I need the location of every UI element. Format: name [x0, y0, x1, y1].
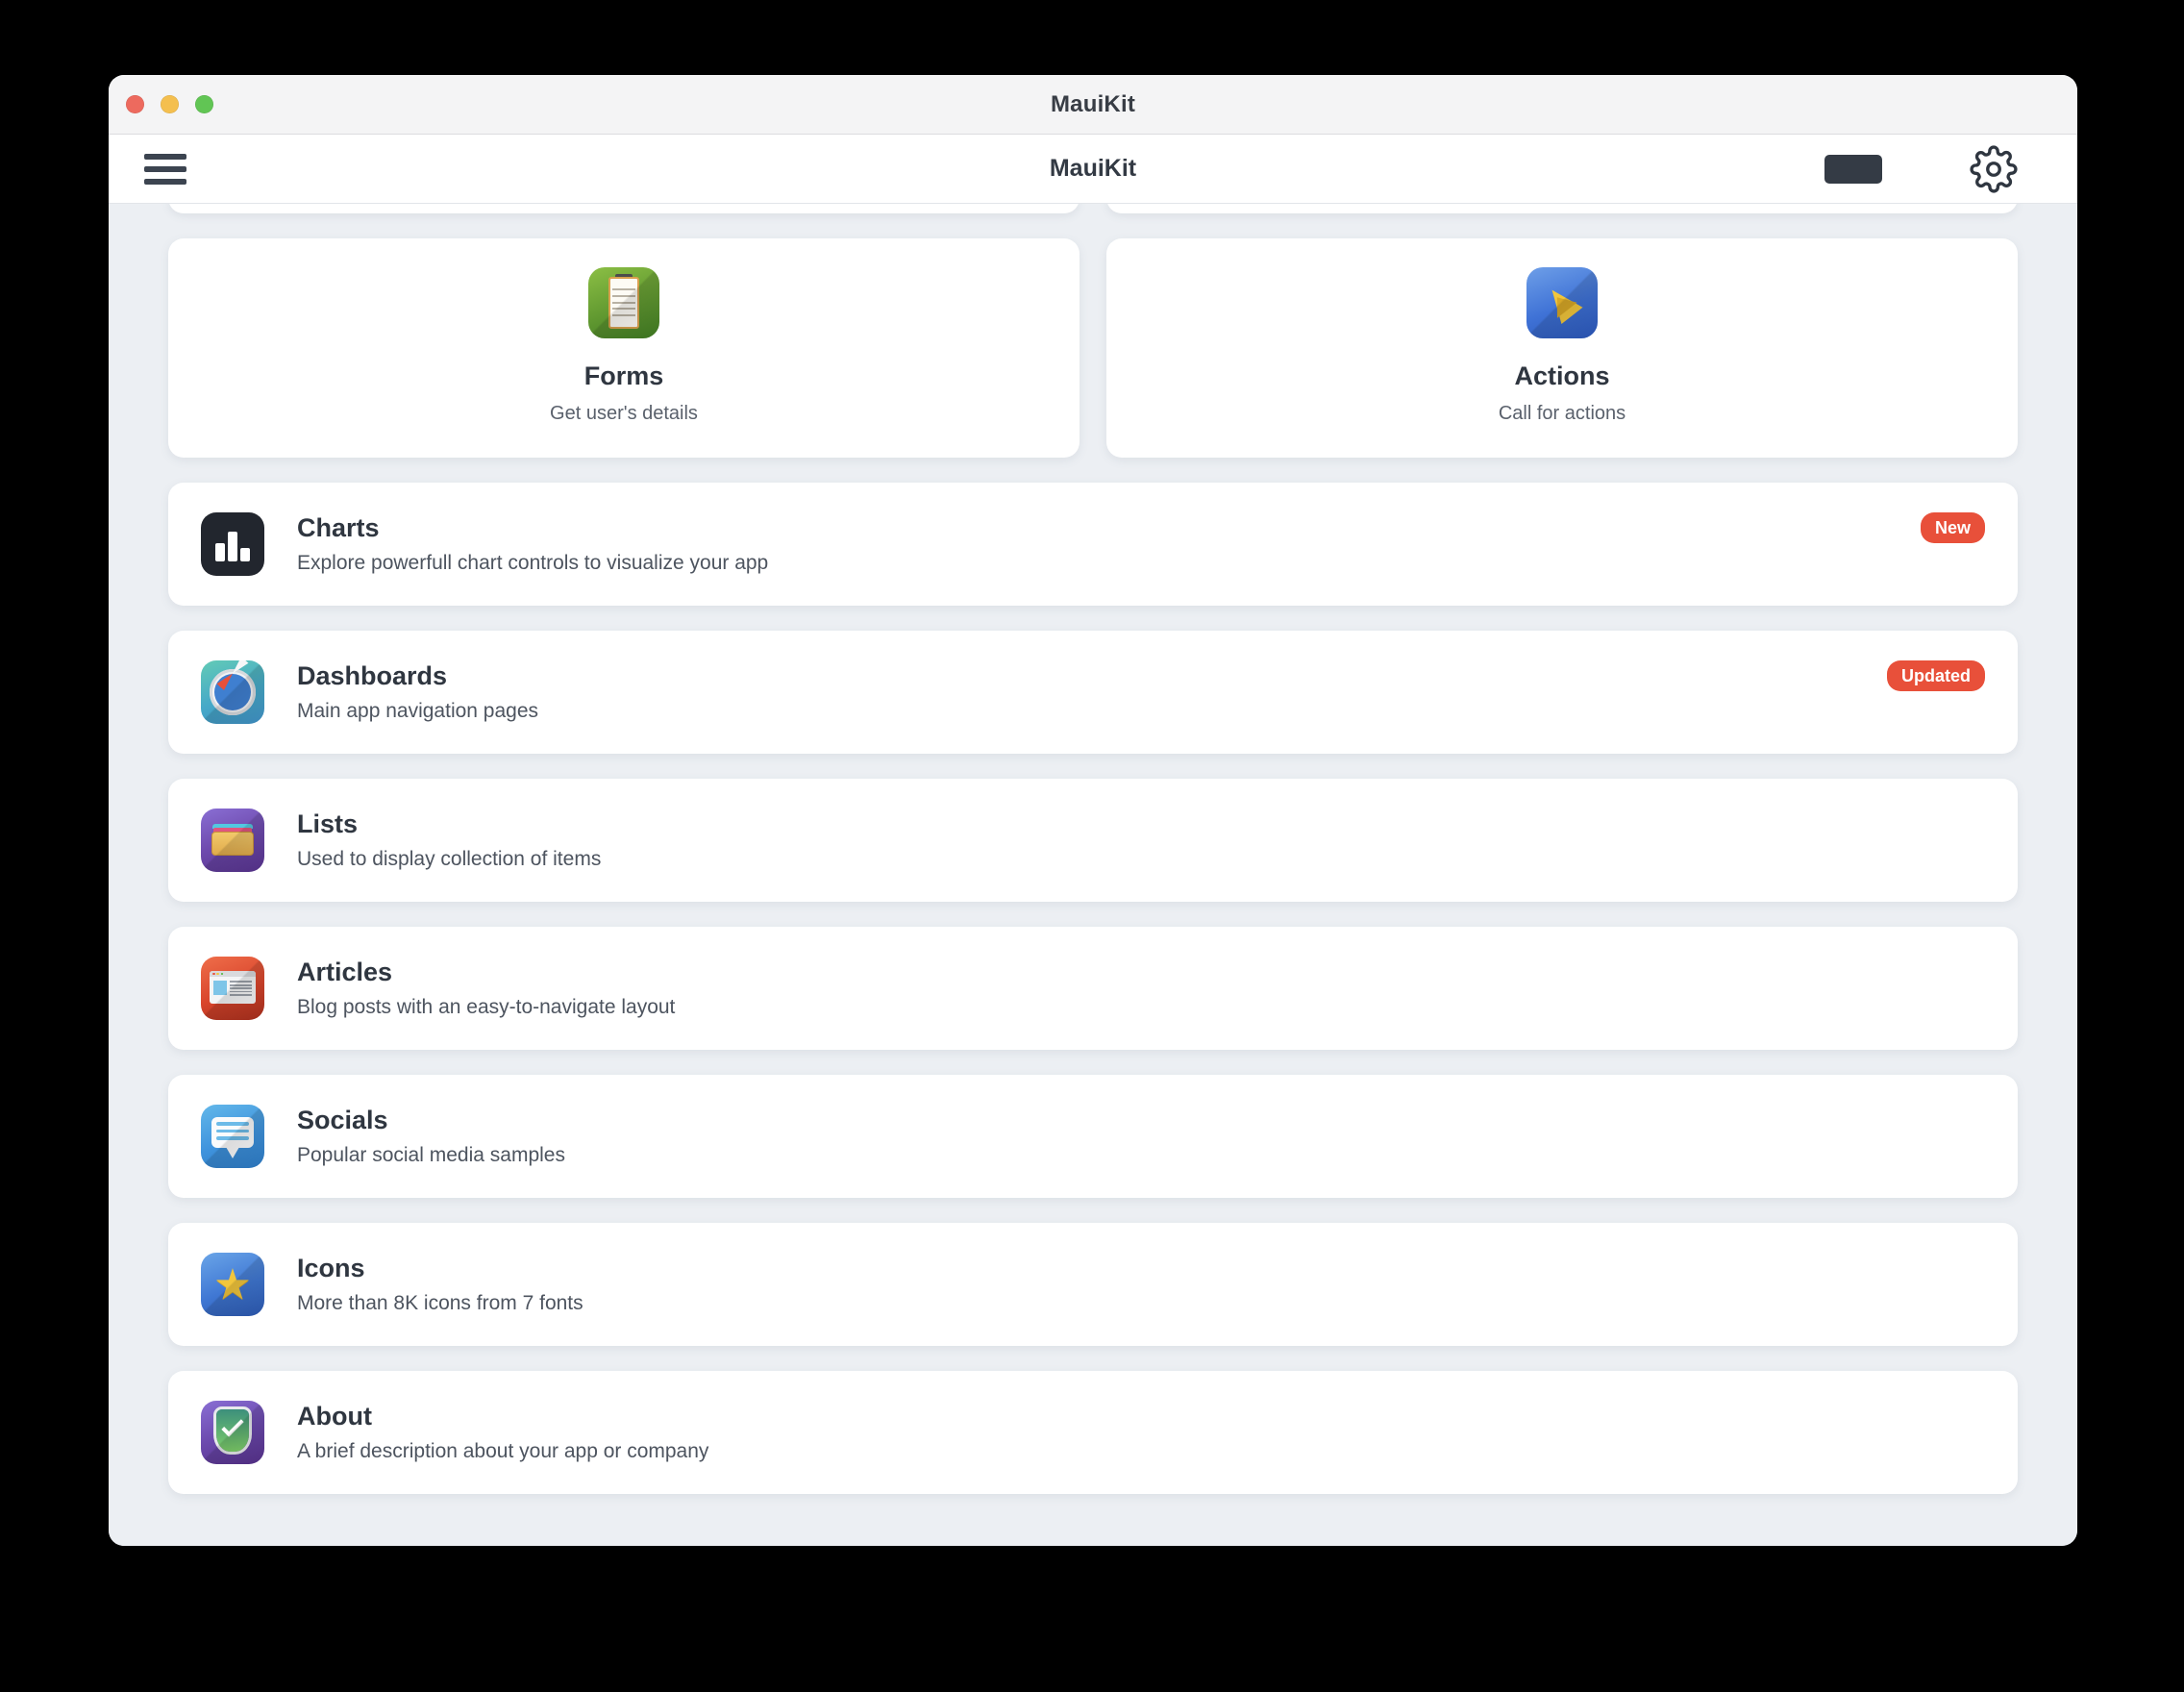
list-item[interactable]: Dashboards Main app navigation pages Upd…: [168, 631, 2018, 754]
clipped-cards-row: [168, 204, 2018, 213]
list-item-subtitle: Main app navigation pages: [297, 700, 539, 722]
hamburger-bar: [144, 153, 186, 160]
list-item-text: Dashboards Main app navigation pages: [297, 661, 538, 723]
app-toolbar: MauiKit: [109, 135, 2077, 204]
list-item[interactable]: Socials Popular social media samples: [168, 1075, 2018, 1198]
list-item-subtitle: Explore powerfull chart controls to visu…: [297, 552, 769, 574]
list-item-title: Articles: [297, 958, 393, 986]
traffic-light-buttons: [126, 95, 213, 113]
card-pocket: [211, 832, 255, 857]
list-item[interactable]: Articles Blog posts with an easy-to-navi…: [168, 927, 2018, 1050]
browser-text-line: [229, 990, 253, 993]
hamburger-bar: [144, 165, 186, 172]
list-item-text: Articles Blog posts with an easy-to-navi…: [297, 958, 675, 1019]
list-item-title: Dashboards: [297, 661, 448, 690]
app-window: MauiKit MauiKit Forms Get user's details…: [109, 75, 2077, 1546]
app-title: MauiKit: [1049, 155, 1137, 182]
list-item-text: About A brief description about your app…: [297, 1402, 708, 1463]
list-item-title: Socials: [297, 1106, 388, 1134]
bubble-line: [215, 1136, 250, 1140]
browser-thumbnail: [212, 980, 227, 995]
list-item-text: Lists Used to display collection of item…: [297, 809, 601, 871]
list-item-subtitle: A brief description about your app or co…: [297, 1440, 709, 1462]
paper-plane-icon: [1526, 267, 1598, 338]
speech-bubble-tail: [226, 1146, 240, 1158]
feature-list: Charts Explore powerfull chart controls …: [168, 483, 2018, 1494]
browser-text-line: [229, 994, 253, 996]
list-item-title: Lists: [297, 809, 359, 838]
browser-dot: [212, 972, 215, 975]
list-item-subtitle: Used to display collection of items: [297, 848, 602, 870]
list-item-text: Icons More than 8K icons from 7 fonts: [297, 1254, 583, 1315]
shield-check-icon: [201, 1401, 264, 1464]
hamburger-bar: [144, 178, 186, 185]
list-item-subtitle: Blog posts with an easy-to-navigate layo…: [297, 996, 676, 1018]
feature-card-actions[interactable]: Actions Call for actions: [1106, 238, 2018, 458]
browser-text-line: [229, 987, 253, 990]
bar-chart-icon: [201, 512, 264, 576]
compass-icon: [201, 660, 264, 724]
star-glyph: ★: [213, 1261, 252, 1309]
list-item[interactable]: ★ Icons More than 8K icons from 7 fonts: [168, 1223, 2018, 1346]
list-item-text: Socials Popular social media samples: [297, 1106, 565, 1167]
list-item[interactable]: Charts Explore powerfull chart controls …: [168, 483, 2018, 606]
list-item-subtitle: Popular social media samples: [297, 1144, 565, 1166]
feature-card-subtitle: Get user's details: [550, 403, 698, 424]
clipboard-line: [612, 301, 635, 304]
gear-icon[interactable]: [1970, 144, 2018, 193]
clipped-card[interactable]: [1106, 204, 2018, 213]
browser-text-line: [229, 981, 253, 983]
list-item[interactable]: Lists Used to display collection of item…: [168, 779, 2018, 902]
gear-icon-glyph: [1970, 144, 2018, 193]
feature-card-title: Forms: [583, 361, 664, 390]
minimize-window-button[interactable]: [161, 95, 179, 113]
window-title: MauiKit: [1050, 90, 1136, 117]
hamburger-menu-icon[interactable]: [144, 149, 190, 189]
list-item-text: Charts Explore powerfull chart controls …: [297, 513, 768, 575]
browser-dot: [220, 972, 224, 975]
chart-bar: [214, 542, 226, 562]
clipped-card[interactable]: [168, 204, 1080, 213]
clipboard-line: [612, 294, 635, 298]
clipboard-line: [612, 308, 635, 311]
browser-window: [210, 970, 256, 1004]
list-item-title: About: [297, 1402, 372, 1431]
list-item-title: Charts: [297, 513, 380, 542]
feature-card-row: Forms Get user's details Actions Call fo…: [168, 238, 2018, 458]
star-icon: ★: [201, 1253, 264, 1316]
feature-card-title: Actions: [1514, 361, 1610, 390]
browser-window-icon: [201, 957, 264, 1020]
list-item[interactable]: About A brief description about your app…: [168, 1371, 2018, 1494]
feature-card-subtitle: Call for actions: [1498, 403, 1626, 424]
speech-bubble-icon: [201, 1105, 264, 1168]
clipboard-line: [612, 313, 635, 317]
status-badge: New: [1920, 512, 1985, 543]
chart-bar: [227, 531, 238, 562]
browser-chrome: [210, 970, 256, 978]
maximize-window-button[interactable]: [195, 95, 213, 113]
browser-text-line: [229, 983, 253, 986]
list-item-subtitle: More than 8K icons from 7 fonts: [297, 1292, 583, 1314]
bubble-line: [215, 1129, 250, 1133]
list-item-title: Icons: [297, 1254, 365, 1282]
chart-bar: [239, 547, 251, 562]
feature-card-forms[interactable]: Forms Get user's details: [168, 238, 1080, 458]
scroll-content[interactable]: Forms Get user's details Actions Call fo…: [109, 204, 2077, 1546]
bubble-line: [215, 1122, 250, 1127]
card-stack-icon: [201, 809, 264, 872]
status-badge: Updated: [1887, 660, 1985, 691]
dark-mode-toggle[interactable]: [1824, 154, 1882, 184]
close-window-button[interactable]: [126, 95, 144, 113]
clipboard-icon: [588, 267, 659, 338]
browser-dot: [216, 972, 220, 975]
window-titlebar: MauiKit: [109, 75, 2077, 135]
clipboard-line: [612, 288, 635, 291]
